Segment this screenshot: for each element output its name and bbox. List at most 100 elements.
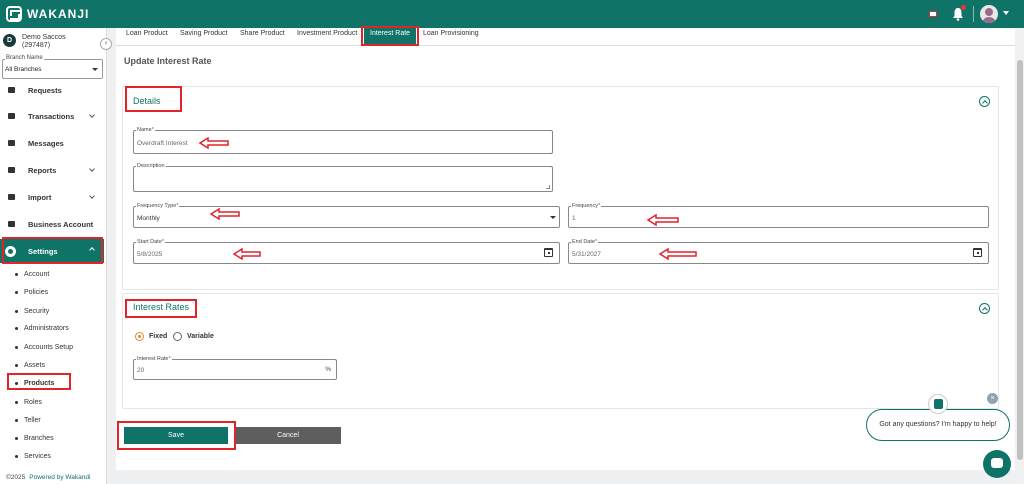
sidebar-item-business-account[interactable]: Business Account (0, 214, 104, 234)
sidebar-item-import[interactable]: Import (0, 187, 104, 207)
bullet-icon (15, 363, 18, 367)
frequency-value: 1 (572, 215, 576, 222)
sub-item-accounts-setup[interactable]: Accounts Setup (0, 339, 104, 355)
powered-by-link[interactable]: Powered by Wakandi (29, 474, 90, 481)
org-code: (297487) (22, 42, 51, 49)
scrollbar-thumb[interactable] (1017, 60, 1023, 460)
description-field[interactable]: Description (133, 163, 553, 192)
reports-chart-icon (8, 167, 15, 173)
sidebar-item-label: Transactions (28, 111, 75, 121)
sub-item-products[interactable]: Products (0, 375, 104, 391)
brand-name: WAKANJI (27, 7, 90, 21)
collapse-details-icon[interactable] (979, 96, 990, 107)
avatar-dropdown-caret-icon[interactable] (1003, 11, 1009, 15)
bullet-icon (15, 400, 18, 404)
sub-item-roles[interactable]: Roles (0, 394, 104, 410)
tab-interest-rate[interactable]: Interest Rate (364, 28, 417, 46)
bullet-icon (15, 326, 18, 330)
bullet-icon (15, 454, 18, 458)
sidebar-item-reports[interactable]: Reports (0, 160, 104, 180)
tab-loan-product[interactable]: Loan Product (126, 28, 168, 46)
radio-unchecked-icon (173, 332, 182, 341)
calendar-icon[interactable] (544, 248, 553, 257)
language-flag-icon[interactable] (929, 11, 937, 17)
collapse-sidebar-button[interactable]: ‹ (100, 38, 112, 50)
details-card: Details Name* Overdraft Interest Descrip… (122, 86, 999, 290)
sidebar-item-settings[interactable]: Settings (0, 239, 104, 263)
frequency-type-label: Frequency Type (137, 203, 177, 209)
tab-saving-product[interactable]: Saving Product (180, 28, 227, 46)
chevron-down-icon (550, 216, 556, 219)
frequency-type-select[interactable]: Frequency Type* Monthly (133, 203, 560, 228)
interest-rates-card: Interest Rates Fixed Variable Interest R… (122, 293, 999, 409)
sidebar-footer: ©2025 Powered by Wakandi (6, 474, 90, 481)
bullet-icon (15, 381, 18, 385)
sub-item-label: Services (24, 452, 51, 460)
sub-item-label: Teller (24, 416, 41, 424)
name-field[interactable]: Name* Overdraft Interest (133, 127, 553, 154)
product-tabs: Loan Product Saving Product Share Produc… (116, 28, 1015, 46)
chevron-down-icon (92, 68, 98, 71)
user-avatar-icon[interactable] (980, 5, 998, 23)
end-date-label: End Date (572, 239, 595, 245)
calendar-icon[interactable] (973, 248, 982, 257)
branch-select[interactable]: Branch Name All Branches (2, 55, 103, 79)
interest-rate-value: 20 (137, 367, 145, 374)
end-date-field[interactable]: End Date* 5/31/2027 (568, 239, 989, 264)
wakanji-logo-icon (6, 6, 22, 22)
sub-item-label: Products (24, 379, 55, 387)
sidebar-item-requests[interactable]: Requests (0, 80, 104, 100)
bullet-icon (15, 345, 18, 349)
org-initial-badge: D (3, 34, 16, 47)
close-chat-prompt-icon[interactable]: × (987, 393, 998, 404)
collapse-interest-rates-icon[interactable] (979, 303, 990, 314)
start-date-field[interactable]: Start Date* 5/8/2025 (133, 239, 560, 264)
sub-item-branches[interactable]: Branches (0, 430, 104, 446)
sub-item-label: Administrators (24, 324, 69, 332)
interest-rates-title: Interest Rates (133, 302, 190, 312)
sidebar: D Demo Saccos (297487) ‹ Branch Name All… (0, 28, 112, 484)
sub-item-administrators[interactable]: Administrators (0, 320, 104, 336)
bullet-icon (15, 290, 18, 294)
frequency-type-value: Monthly (137, 215, 160, 222)
tab-share-product[interactable]: Share Product (240, 28, 285, 46)
cancel-button[interactable]: Cancel (235, 427, 341, 444)
variable-radio-label: Variable (187, 333, 214, 340)
interest-rate-label: Interest Rate (137, 356, 169, 362)
sub-item-security[interactable]: Security (0, 303, 104, 319)
sub-item-assets[interactable]: Assets (0, 357, 104, 373)
sidebar-item-label: Requests (28, 85, 62, 95)
name-value: Overdraft Interest (137, 140, 188, 147)
frequency-field[interactable]: Frequency* 1 (568, 203, 989, 228)
page-title: Update Interest Rate (124, 56, 212, 66)
sidebar-item-transactions[interactable]: Transactions (0, 106, 104, 126)
resize-handle-icon[interactable] (546, 185, 550, 189)
sub-item-services[interactable]: Services (0, 448, 104, 464)
sub-item-account[interactable]: Account (0, 266, 104, 282)
branch-select-label: Branch Name (5, 55, 44, 61)
brand-logo[interactable]: WAKANJI (6, 6, 89, 22)
end-date-value: 5/31/2027 (572, 251, 601, 258)
chat-launcher-button[interactable] (983, 450, 1011, 478)
fixed-radio[interactable]: Fixed (135, 332, 167, 341)
tab-loan-provisioning[interactable]: Loan Provisioning (423, 28, 479, 46)
required-marker: * (176, 203, 179, 209)
sub-item-policies[interactable]: Policies (0, 284, 104, 300)
bullet-icon (15, 272, 18, 276)
save-button[interactable]: Save (124, 427, 228, 444)
interest-rate-field[interactable]: Interest Rate* 20 % (133, 356, 337, 380)
business-account-icon (8, 221, 15, 227)
messages-icon (8, 140, 15, 146)
top-bar: WAKANJI (0, 0, 1024, 28)
tab-investment-product[interactable]: Investment Product (297, 28, 357, 46)
percent-suffix: % (325, 366, 331, 373)
sub-item-label: Security (24, 307, 50, 315)
start-date-value: 5/8/2025 (137, 251, 163, 258)
sub-item-label: Roles (24, 398, 42, 406)
sub-item-label: Policies (24, 288, 49, 296)
bullet-icon (15, 436, 18, 440)
variable-radio[interactable]: Variable (173, 332, 214, 341)
required-marker: * (168, 356, 171, 362)
sidebar-item-messages[interactable]: Messages (0, 133, 104, 153)
sub-item-teller[interactable]: Teller (0, 412, 104, 428)
